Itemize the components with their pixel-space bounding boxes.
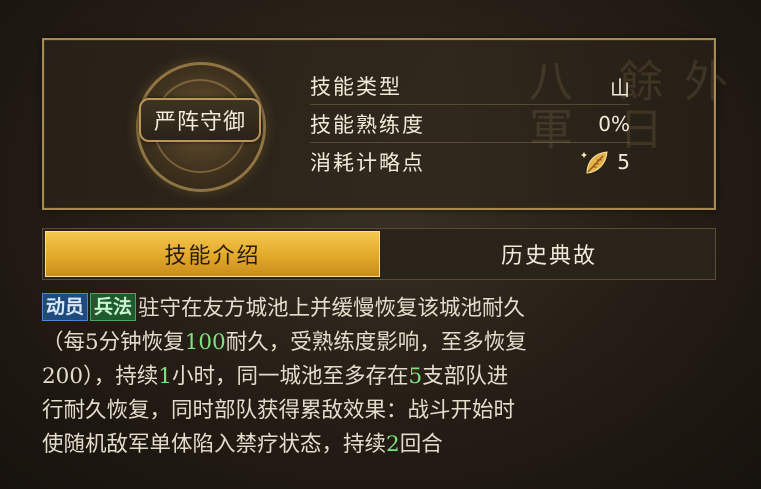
- tab-label: 历史典故: [500, 244, 597, 269]
- stat-row-strategy-cost: 消耗计略点 5: [310, 144, 630, 180]
- stat-value: 山: [610, 75, 630, 100]
- description-line: （每5分钟恢复100耐久，受熟练度影响，至多恢复: [42, 326, 722, 360]
- skill-emblem: 严阵守御: [136, 62, 266, 192]
- skill-tab-bar: 技能介绍 历史典故: [42, 228, 716, 280]
- description-line: 行耐久恢复，同时部队获得累敌效果：战斗开始时: [42, 394, 722, 428]
- stat-label: 技能类型: [310, 75, 402, 99]
- highlight-number: 1: [158, 364, 172, 389]
- description-text: 支部队进: [422, 364, 509, 389]
- tag-tactics[interactable]: 兵法: [90, 293, 137, 321]
- skill-name: 严阵守御: [153, 110, 246, 135]
- highlight-number: 2: [386, 432, 400, 457]
- stat-value-with-icon: 5: [581, 147, 630, 177]
- stat-label: 技能熟练度: [310, 113, 425, 137]
- skill-info-panel: 八軍 餘日 外 严阵守御 技能类型 山 技能熟练度 0% 消耗计略点 5: [42, 38, 727, 210]
- stat-value: 0%: [598, 112, 630, 136]
- golden-leaf-icon: [581, 151, 608, 174]
- background-calligraphy-decoration: 外: [676, 58, 727, 106]
- description-text: 小时，同一城池至多存在: [171, 364, 409, 389]
- description-line: 使随机敌军单体陷入禁疗状态，持续2回合: [42, 428, 722, 462]
- description-text: 行耐久恢复，同时部队获得累敌效果：战斗开始时: [42, 398, 516, 423]
- stat-label: 消耗计略点: [310, 151, 425, 175]
- description-text: 200），持续: [42, 364, 159, 389]
- skill-description: 动员 兵法 驻守在友方城池上并缓慢恢复该城池耐久 （每5分钟恢复100耐久，受熟练度…: [42, 292, 722, 462]
- description-text: 耐久，受熟练度影响，至多恢复: [225, 330, 527, 355]
- tag-mobilize[interactable]: 动员: [42, 293, 89, 321]
- description-line: 动员 兵法 驻守在友方城池上并缓慢恢复该城池耐久: [42, 292, 722, 326]
- highlight-number: 100: [184, 330, 226, 355]
- tab-skill-intro[interactable]: 技能介绍: [45, 231, 380, 277]
- description-line: 200），持续1小时，同一城池至多存在5支部队进: [42, 360, 722, 394]
- tab-history[interactable]: 历史典故: [385, 231, 713, 277]
- highlight-number: 5: [408, 364, 423, 389]
- stat-row-skill-type: 技能类型 山: [310, 68, 630, 105]
- description-text: （每5分钟恢复: [42, 330, 185, 355]
- description-text: 回合: [399, 432, 443, 457]
- strategy-cost-value: 5: [617, 150, 630, 174]
- skill-name-plate: 严阵守御: [139, 98, 261, 142]
- description-text: 使随机敌军单体陷入禁疗状态，持续: [42, 432, 387, 457]
- stat-row-proficiency: 技能熟练度 0%: [310, 106, 630, 143]
- tab-label: 技能介绍: [164, 244, 261, 269]
- description-text: 驻守在友方城池上并缓慢恢复该城池耐久: [138, 296, 526, 321]
